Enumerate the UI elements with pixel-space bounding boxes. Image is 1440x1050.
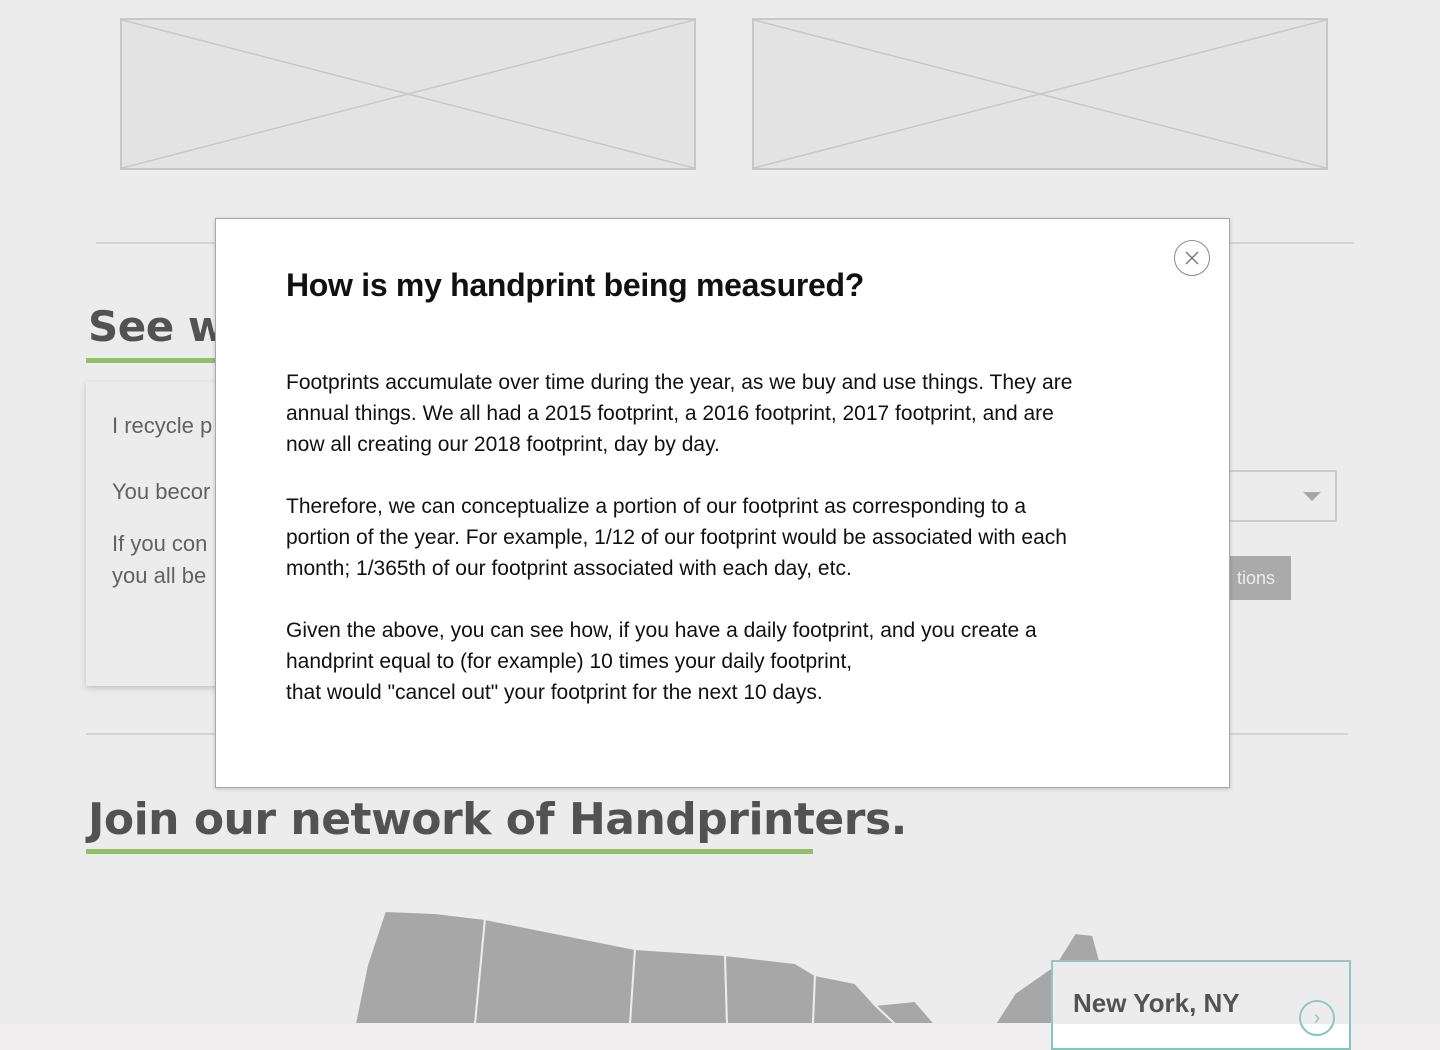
modal-body: Footprints accumulate over time during t…: [286, 367, 1166, 739]
modal-title: How is my handprint being measured?: [286, 267, 865, 303]
close-icon: [1185, 251, 1199, 265]
modal-paragraph: Footprints accumulate over time during t…: [286, 371, 1073, 456]
close-button[interactable]: [1174, 240, 1210, 276]
modal-paragraph: Given the above, you can see how, if you…: [286, 619, 1037, 704]
info-modal: How is my handprint being measured? Foot…: [215, 218, 1230, 788]
modal-paragraph: Therefore, we can conceptualize a portio…: [286, 495, 1067, 580]
